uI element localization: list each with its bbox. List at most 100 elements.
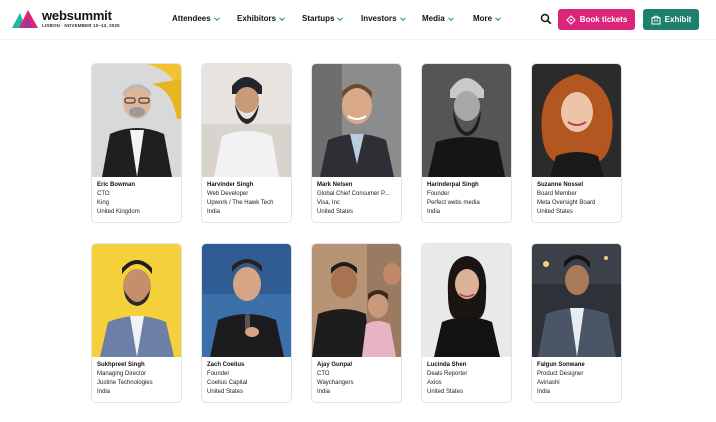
speaker-country: United States xyxy=(207,389,244,395)
speaker-card-zach-coelius[interactable]: Zach Coelius Founder Coelius Capital Uni… xyxy=(201,243,292,403)
speaker-photo xyxy=(312,244,401,357)
speaker-card-falgun-sonwane[interactable]: Falgun Sonwane Product Designer Avinashi… xyxy=(531,243,622,403)
speaker-photo xyxy=(92,64,181,177)
speaker-info: Zach Coelius Founder Coelius Capital Uni… xyxy=(207,361,289,397)
logo-wordmark: websummit xyxy=(42,8,112,23)
nav-label: More xyxy=(473,14,493,23)
speaker-country: India xyxy=(317,389,331,395)
speaker-info: Suzanne Nossel Board Member Meta Oversig… xyxy=(537,181,619,217)
speaker-card-lucinda-shen[interactable]: Lucinda Shen Deals Reporter Axios United… xyxy=(421,243,512,403)
building-icon xyxy=(651,15,661,24)
speaker-card-sukhpreet-singh[interactable]: Sukhpreet Singh Managing Director Justin… xyxy=(91,243,182,403)
speaker-country: United States xyxy=(427,389,464,395)
speaker-company: King xyxy=(97,200,110,206)
exhibit-label: Exhibit xyxy=(664,15,692,24)
chevron-down-icon xyxy=(399,15,407,23)
speaker-name: Suzanne Nossel xyxy=(537,182,584,188)
speaker-country: United States xyxy=(317,209,354,215)
speaker-name: Harinderpal Singh xyxy=(427,182,479,188)
speaker-photo xyxy=(422,244,511,357)
speaker-country: India xyxy=(427,209,441,215)
book-tickets-label: Book tickets xyxy=(579,15,628,24)
speaker-info: Sukhpreet Singh Managing Director Justin… xyxy=(97,361,179,397)
speaker-title: CTO xyxy=(317,371,330,377)
speaker-company: Justine Technologies xyxy=(97,380,153,386)
speaker-info: Lucinda Shen Deals Reporter Axios United… xyxy=(427,361,509,397)
speaker-info: Falgun Sonwane Product Designer Avinashi… xyxy=(537,361,619,397)
speaker-photo xyxy=(312,64,401,177)
speaker-title: Product Designer xyxy=(537,371,584,377)
speaker-title: Web Developer xyxy=(207,191,249,197)
speaker-company: Perfect webs media xyxy=(427,200,480,206)
websummit-logo[interactable]: websummit LISBON · NOVEMBER 10–13, 2025 xyxy=(12,7,122,33)
speaker-name: Zach Coelius xyxy=(207,362,245,368)
speaker-country: United States xyxy=(537,209,574,215)
speaker-info: Harvinder Singh Web Developer Upwork / T… xyxy=(207,181,289,217)
speaker-name: Sukhpreet Singh xyxy=(97,362,145,368)
event-dates: LISBON · NOVEMBER 10–13, 2025 xyxy=(42,23,120,28)
speaker-card-ajay-gunpal[interactable]: Ajay Gunpal CTO Waychangers India xyxy=(311,243,402,403)
speaker-info: Mark Nelsen Global Chief Consumer P... V… xyxy=(317,181,399,217)
nav-label: Attendees xyxy=(172,14,211,23)
nav-startups[interactable]: Startups xyxy=(302,14,344,23)
nav-label: Media xyxy=(422,14,445,23)
speaker-name: Mark Nelsen xyxy=(317,182,353,188)
speaker-card-suzanne-nossel[interactable]: Suzanne Nossel Board Member Meta Oversig… xyxy=(531,63,622,223)
speaker-name: Harvinder Singh xyxy=(207,182,254,188)
book-tickets-button[interactable]: Book tickets xyxy=(558,9,635,30)
speaker-photo xyxy=(202,244,291,357)
nav-label: Exhibitors xyxy=(237,14,277,23)
chevron-down-icon xyxy=(336,15,344,23)
speaker-photo xyxy=(92,244,181,357)
ticket-icon xyxy=(565,14,576,25)
nav-exhibitors[interactable]: Exhibitors xyxy=(237,14,286,23)
speaker-name: Ajay Gunpal xyxy=(317,362,353,368)
site-header: websummit LISBON · NOVEMBER 10–13, 2025 … xyxy=(0,0,716,40)
speaker-name: Falgun Sonwane xyxy=(537,362,585,368)
speaker-card-harinderpal-singh[interactable]: Harinderpal Singh Founder Perfect webs m… xyxy=(421,63,512,223)
speaker-photo xyxy=(532,244,621,357)
speaker-company: Avinashi xyxy=(537,380,560,386)
nav-label: Startups xyxy=(302,14,335,23)
speaker-title: CTO xyxy=(97,191,110,197)
speaker-name: Eric Bowman xyxy=(97,182,136,188)
speaker-title: Founder xyxy=(207,371,230,377)
speaker-company: Waychangers xyxy=(317,380,354,386)
speaker-photo xyxy=(202,64,291,177)
speaker-info: Ajay Gunpal CTO Waychangers India xyxy=(317,361,399,397)
search-icon[interactable] xyxy=(540,13,552,25)
speaker-info: Harinderpal Singh Founder Perfect webs m… xyxy=(427,181,509,217)
nav-more[interactable]: More xyxy=(473,14,502,23)
speaker-company: Upwork / The Hawk Tech xyxy=(207,200,274,206)
speaker-photo xyxy=(532,64,621,177)
speaker-info: Eric Bowman CTO King United Kingdom xyxy=(97,181,179,217)
speaker-country: India xyxy=(97,389,111,395)
logo-mark-icon xyxy=(12,10,38,28)
speaker-title: Founder xyxy=(427,191,450,197)
nav-label: Investors xyxy=(361,14,397,23)
nav-investors[interactable]: Investors xyxy=(361,14,407,23)
speaker-photo xyxy=(422,64,511,177)
speaker-card-mark-nelsen[interactable]: Mark Nelsen Global Chief Consumer P... V… xyxy=(311,63,402,223)
speaker-company: Coelius Capital xyxy=(207,380,248,386)
nav-media[interactable]: Media xyxy=(422,14,455,23)
chevron-down-icon xyxy=(447,15,455,23)
speaker-title: Deals Reporter xyxy=(427,371,468,377)
speaker-name: Lucinda Shen xyxy=(427,362,467,368)
speaker-country: India xyxy=(207,209,221,215)
speaker-company: Meta Oversight Board xyxy=(537,200,596,206)
speaker-country: India xyxy=(537,389,551,395)
nav-attendees[interactable]: Attendees xyxy=(172,14,221,23)
speaker-title: Managing Director xyxy=(97,371,147,377)
speaker-card-eric-bowman[interactable]: Eric Bowman CTO King United Kingdom xyxy=(91,63,182,223)
chevron-down-icon xyxy=(494,15,502,23)
speaker-company: Axios xyxy=(427,380,442,386)
chevron-down-icon xyxy=(213,15,221,23)
speaker-title: Global Chief Consumer P... xyxy=(317,191,390,197)
speaker-title: Board Member xyxy=(537,191,577,197)
speaker-company: Visa, Inc xyxy=(317,200,340,206)
speaker-card-harvinder-singh[interactable]: Harvinder Singh Web Developer Upwork / T… xyxy=(201,63,292,223)
exhibit-button[interactable]: Exhibit xyxy=(643,9,699,30)
speaker-country: United Kingdom xyxy=(97,209,140,215)
chevron-down-icon xyxy=(278,15,286,23)
